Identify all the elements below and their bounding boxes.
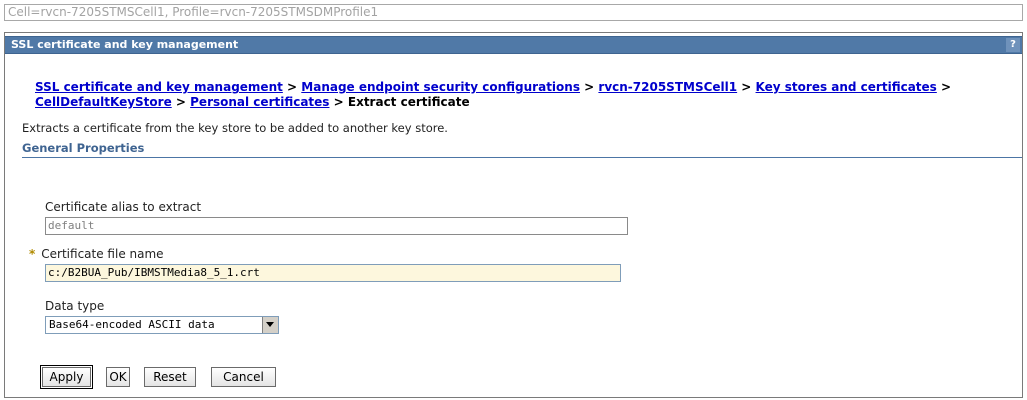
breadcrumb-current: Extract certificate [347, 95, 470, 109]
breadcrumb: SSL certificate and key management > Man… [35, 80, 1010, 110]
breadcrumb-separator: > [579, 80, 599, 94]
filename-label: Certificate file name [41, 247, 164, 261]
apply-button[interactable]: Apply [40, 365, 93, 389]
page-description: Extracts a certificate from the key stor… [22, 121, 448, 135]
filename-input[interactable]: c:/B2BUA_Pub/IBMSTMedia8_5_1.crt [45, 264, 621, 282]
panel-title: SSL certificate and key management [11, 38, 239, 51]
breadcrumb-separator: > [282, 80, 302, 94]
content-panel: SSL certificate and key management ? SSL… [4, 32, 1023, 398]
alias-label: Certificate alias to extract [45, 200, 202, 214]
reset-button[interactable]: Reset [144, 367, 196, 387]
breadcrumb-separator: > [737, 80, 756, 94]
help-icon[interactable]: ? [1006, 38, 1020, 52]
scope-text: Cell=rvcn-7205STMSCell1, Profile=rvcn-72… [8, 5, 379, 19]
filename-label-row: * Certificate file name [29, 247, 164, 261]
data-type-select[interactable]: Base64-encoded ASCII data [45, 316, 279, 334]
data-type-label: Data type [45, 299, 105, 313]
panel-title-bar: SSL certificate and key management ? [5, 36, 1022, 54]
breadcrumb-link-ssl-management[interactable]: SSL certificate and key management [35, 80, 283, 94]
scope-bar: Cell=rvcn-7205STMSCell1, Profile=rvcn-72… [4, 4, 1023, 21]
breadcrumb-link-cell[interactable]: rvcn-7205STMSCell1 [598, 80, 737, 94]
cancel-button[interactable]: Cancel [211, 367, 276, 387]
breadcrumb-separator: > [936, 80, 952, 94]
alias-input: default [45, 217, 628, 235]
breadcrumb-separator: > [171, 95, 191, 109]
breadcrumb-separator: > [329, 95, 348, 109]
breadcrumb-link-key-stores[interactable]: Key stores and certificates [756, 80, 937, 94]
ok-button[interactable]: OK [106, 367, 130, 387]
breadcrumb-link-cell-default-keystore[interactable]: CellDefaultKeyStore [35, 95, 172, 109]
chevron-down-icon[interactable] [262, 317, 278, 333]
required-marker-icon: * [29, 247, 36, 261]
page: Cell=rvcn-7205STMSCell1, Profile=rvcn-72… [0, 0, 1027, 400]
data-type-selected-value: Base64-encoded ASCII data [49, 318, 215, 331]
section-heading-general-properties: General Properties [22, 140, 1022, 158]
breadcrumb-link-personal-certificates[interactable]: Personal certificates [190, 95, 329, 109]
breadcrumb-link-endpoint-security[interactable]: Manage endpoint security configurations [301, 80, 580, 94]
